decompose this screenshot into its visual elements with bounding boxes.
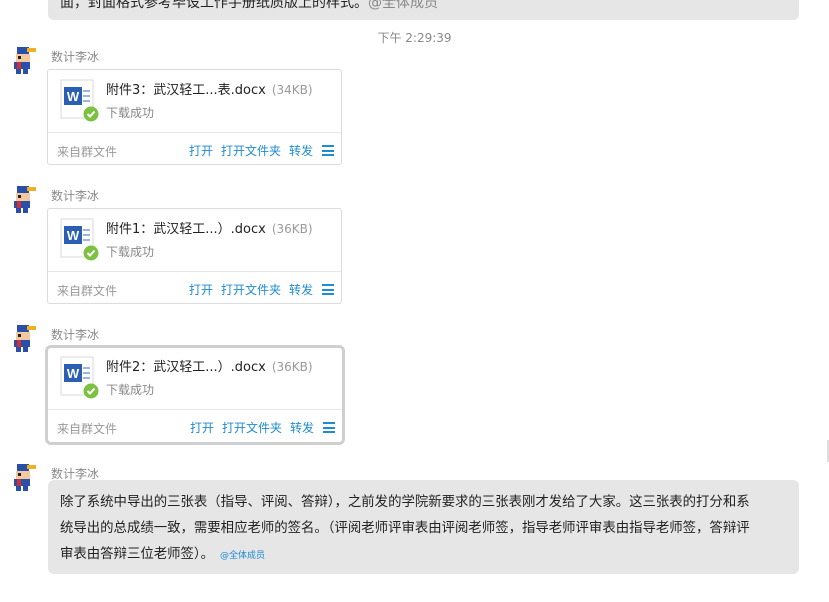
mention-all[interactable]: @全体成员: [368, 0, 438, 11]
word-file-icon: W: [60, 356, 99, 399]
download-status: 下载成功: [106, 245, 155, 259]
file-size: (36KB): [271, 222, 313, 236]
file-card[interactable]: W 附件3：武汉轻工...表.docx (34KB) 下载成功 来自群文件 打开 …: [47, 69, 342, 165]
word-file-icon: W: [60, 218, 99, 261]
forward-button[interactable]: 转发: [289, 281, 313, 298]
open-folder-button[interactable]: 打开文件夹: [221, 281, 281, 298]
sender-name: 数计李冰: [51, 189, 100, 203]
open-button[interactable]: 打开: [190, 419, 214, 436]
sender-avatar[interactable]: [8, 322, 40, 354]
more-menu-icon[interactable]: [322, 284, 334, 295]
sender-avatar[interactable]: [8, 183, 40, 215]
sender-avatar[interactable]: [8, 461, 40, 493]
file-name[interactable]: 附件3：武汉轻工...表.docx (34KB): [106, 79, 313, 98]
previous-message-bubble: 面，封面格式参考毕设工作手册纸质版上的样式。@全体成员: [48, 0, 799, 20]
file-card[interactable]: W 附件1：武汉轻工...）.docx (36KB) 下载成功 来自群文件 打开 …: [47, 208, 342, 304]
more-menu-icon[interactable]: [323, 422, 335, 433]
file-name[interactable]: 附件2：武汉轻工...）.docx (36KB): [106, 356, 313, 375]
sender-name: 数计李冰: [51, 328, 100, 342]
svg-text:W: W: [67, 228, 80, 243]
sender-avatar[interactable]: [8, 44, 40, 76]
message-timestamp: 下午 2:29:39: [377, 31, 452, 45]
open-button[interactable]: 打开: [189, 281, 213, 298]
forward-button[interactable]: 转发: [290, 419, 314, 436]
file-source: 来自群文件: [57, 145, 118, 159]
file-size: (34KB): [271, 83, 313, 97]
open-button[interactable]: 打开: [189, 142, 213, 159]
file-name[interactable]: 附件1：武汉轻工...）.docx (36KB): [106, 218, 313, 237]
file-source: 来自群文件: [57, 284, 118, 298]
download-status: 下载成功: [106, 106, 155, 120]
mention-all[interactable]: @全体成员: [220, 551, 265, 561]
download-status: 下载成功: [106, 383, 155, 397]
open-folder-button[interactable]: 打开文件夹: [222, 419, 282, 436]
sender-name: 数计李冰: [51, 50, 100, 64]
previous-message-text: 面，封面格式参考毕设工作手册纸质版上的样式。: [60, 0, 368, 11]
word-file-icon: W: [60, 79, 99, 122]
file-size: (36KB): [271, 360, 313, 374]
message-line: 统导出的总成绩一致，需要相应老师的签名。（评阅老师评审表由评阅老师签，指导老师评…: [60, 521, 750, 536]
text-message-bubble: 除了系统中导出的三张表（指导、评阅、答辩），之前发的学院新要求的三张表刚才发给了…: [48, 480, 799, 574]
file-source: 来自群文件: [57, 422, 118, 436]
forward-button[interactable]: 转发: [289, 142, 313, 159]
file-card-selected[interactable]: W 附件2：武汉轻工...）.docx (36KB) 下载成功 来自群文件 打开 …: [45, 345, 345, 445]
svg-text:W: W: [67, 89, 80, 104]
svg-text:W: W: [67, 366, 80, 381]
message-line: 除了系统中导出的三张表（指导、评阅、答辩），之前发的学院新要求的三张表刚才发给了…: [60, 495, 750, 510]
more-menu-icon[interactable]: [322, 145, 334, 156]
open-folder-button[interactable]: 打开文件夹: [221, 142, 281, 159]
message-line: 审表由答辩三位老师签）。 @全体成员: [60, 547, 266, 562]
